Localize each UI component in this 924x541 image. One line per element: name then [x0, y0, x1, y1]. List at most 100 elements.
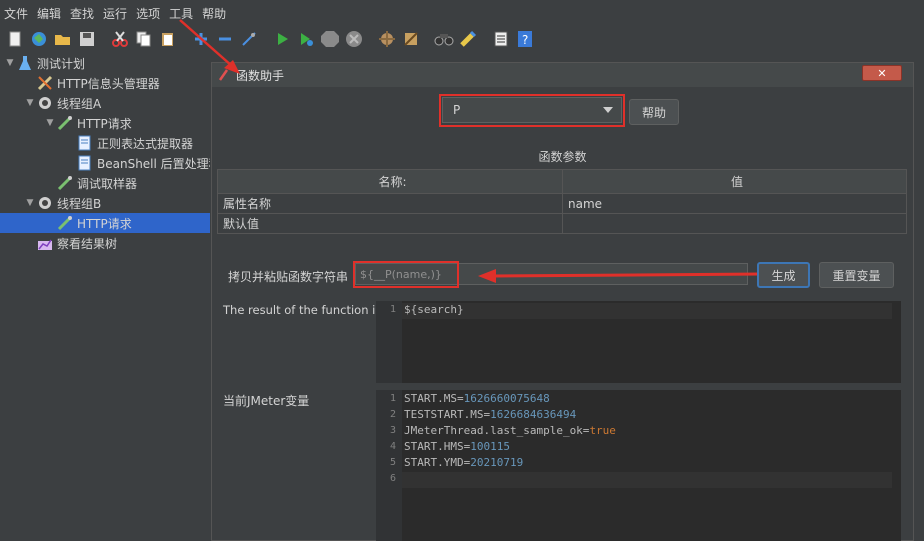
document-icon — [76, 154, 94, 172]
gear-icon — [36, 94, 54, 112]
tree-node-http-request-a[interactable]: ▼ HTTP请求 — [44, 113, 132, 133]
tree-node-regex-extractor[interactable]: 正则表达式提取器 — [64, 133, 193, 153]
params-title: 函数参数 — [538, 150, 587, 164]
var-key: JMeterThread.last_sample_ok= — [404, 424, 590, 437]
help-button-label: 帮助 — [641, 105, 666, 120]
tree-label: HTTP请求 — [77, 216, 132, 231]
expand-arrow-icon[interactable]: ▼ — [44, 118, 56, 128]
new-icon[interactable] — [4, 29, 25, 50]
generate-button-label: 生成 — [771, 268, 796, 283]
expand-arrow-icon[interactable]: ▼ — [24, 98, 36, 108]
line-number: 4 — [389, 441, 396, 452]
var-line: JMeterThread.last_sample_ok=true — [404, 424, 616, 437]
generate-button[interactable]: 生成 — [757, 262, 810, 288]
current-line-highlight — [402, 303, 892, 319]
var-line: START.MS=1626660075648 — [404, 392, 550, 405]
var-line: TESTSTART.MS=1626684636494 — [404, 408, 576, 421]
menu-file[interactable]: 文件 — [4, 5, 28, 22]
pipette-icon — [56, 214, 74, 232]
line-number: 6 — [389, 473, 396, 484]
tree-node-test-plan[interactable]: ▼ 测试计划 — [4, 53, 85, 73]
tree-node-beanshell-post[interactable]: BeanShell 后置处理程 — [64, 153, 221, 173]
document-icon — [76, 134, 94, 152]
chart-icon — [36, 234, 54, 252]
copy-paste-label: 拷贝并粘贴函数字符串 — [228, 270, 349, 284]
result-line: ${search} — [404, 303, 464, 316]
reset-variables-label: 重置变量 — [832, 268, 881, 283]
table-row[interactable]: 默认值 — [217, 213, 907, 234]
tree-node-http-request-b[interactable]: HTTP请求 — [0, 213, 210, 233]
var-value: true — [589, 424, 616, 437]
tree-label: 正则表达式提取器 — [97, 136, 194, 151]
copy-icon[interactable] — [133, 29, 154, 50]
tree-label: HTTP信息头管理器 — [57, 76, 160, 91]
menu-run[interactable]: 运行 — [103, 5, 127, 22]
menu-search[interactable]: 查找 — [70, 5, 94, 22]
param-value-cell[interactable]: name — [562, 193, 907, 214]
var-value: 20210719 — [470, 456, 524, 469]
start-no-pause-icon[interactable] — [295, 29, 316, 50]
tree-label: 察看结果树 — [57, 236, 118, 251]
param-value-cell[interactable] — [562, 213, 907, 234]
help-icon[interactable]: ? — [514, 29, 535, 50]
var-value: 1626684636494 — [490, 408, 577, 421]
menu-edit[interactable]: 编辑 — [37, 5, 61, 22]
var-line: START.HMS=100115 — [404, 440, 510, 453]
reset-search-icon[interactable] — [457, 29, 478, 50]
pipette-icon — [56, 174, 74, 192]
dialog-title-bar: 函数助手 ✕ — [212, 63, 913, 87]
tree-label: 调试取样器 — [77, 176, 138, 191]
open-icon[interactable] — [52, 29, 73, 50]
toolbar: ? — [0, 26, 924, 52]
tree-label: HTTP请求 — [77, 116, 132, 131]
start-icon[interactable] — [271, 29, 292, 50]
red-arrow-tools-annotation — [179, 19, 240, 74]
tree-node-thread-group-b[interactable]: ▼ 线程组B — [24, 193, 102, 213]
reset-variables-button[interactable]: 重置变量 — [819, 262, 894, 288]
pipette-icon — [56, 114, 74, 132]
tree-node-header-manager[interactable]: HTTP信息头管理器 — [24, 73, 160, 93]
jmeter-vars-label: 当前JMeter变量 — [223, 394, 310, 408]
flask-icon — [16, 54, 34, 72]
highlight-box-function — [439, 94, 625, 127]
line-number: 5 — [389, 457, 396, 468]
highlight-box-function-string — [353, 261, 459, 288]
shutdown-icon[interactable] — [343, 29, 364, 50]
templates-icon[interactable] — [28, 29, 49, 50]
help-button[interactable]: 帮助 — [629, 99, 679, 125]
stop-icon[interactable] — [319, 29, 340, 50]
table-header: 名称: 值 — [217, 169, 907, 194]
clear-all-icon[interactable] — [400, 29, 421, 50]
paste-icon[interactable] — [157, 29, 178, 50]
tree-node-result-tree[interactable]: 察看结果树 — [24, 233, 117, 253]
current-line-highlight — [402, 472, 892, 488]
tree-node-debug-sampler[interactable]: 调试取样器 — [44, 173, 137, 193]
table-row[interactable]: 属性名称 name — [217, 193, 907, 214]
tree-node-thread-group-a[interactable]: ▼ 线程组A — [24, 93, 102, 113]
function-helper-icon[interactable] — [490, 29, 511, 50]
column-name-header: 名称: — [217, 169, 563, 194]
menu-options[interactable]: 选项 — [136, 5, 160, 22]
line-number: 1 — [389, 304, 396, 315]
var-value: 100115 — [470, 440, 510, 453]
param-name-cell[interactable]: 属性名称 — [217, 193, 563, 214]
save-icon[interactable] — [76, 29, 97, 50]
gear-icon — [36, 194, 54, 212]
clear-icon[interactable] — [376, 29, 397, 50]
close-button[interactable]: ✕ — [862, 65, 902, 81]
svg-text:?: ? — [522, 33, 528, 47]
line-number: 2 — [389, 409, 396, 420]
cut-icon[interactable] — [109, 29, 130, 50]
result-editor[interactable]: 1 ${search} — [376, 301, 901, 383]
jmeter-vars-editor[interactable]: 1 2 3 4 5 6 START.MS=1626660075648 TESTS… — [376, 390, 901, 541]
test-plan-tree: ▼ 测试计划 HTTP信息头管理器 ▼ 线程组A ▼ HTTP请求 正则表达式提… — [0, 52, 221, 541]
var-line: START.YMD=20210719 — [404, 456, 523, 469]
red-arrow-annotation — [478, 269, 763, 283]
expand-arrow-icon[interactable]: ▼ — [4, 58, 16, 68]
expand-arrow-icon[interactable]: ▼ — [24, 198, 36, 208]
var-key: START.MS= — [404, 392, 464, 405]
search-icon[interactable] — [433, 29, 454, 50]
param-name-cell[interactable]: 默认值 — [217, 213, 563, 234]
close-icon: ✕ — [877, 66, 887, 80]
tree-label: 测试计划 — [37, 56, 86, 71]
